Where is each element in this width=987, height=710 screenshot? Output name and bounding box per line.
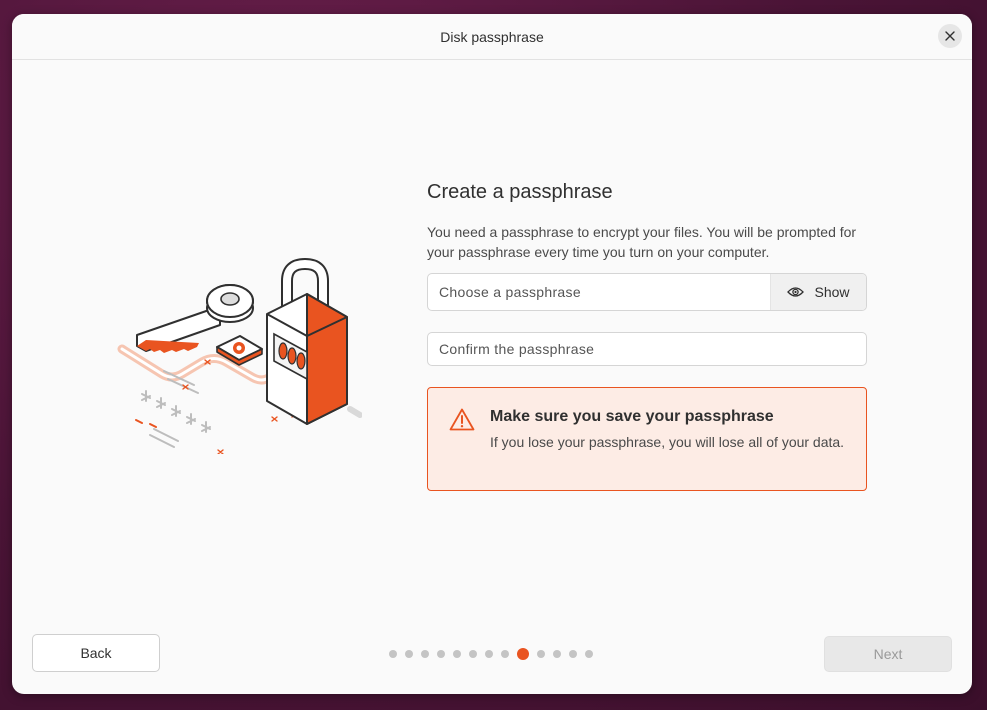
step-dot[interactable] xyxy=(553,650,561,658)
main-content: Create a passphrase You need a passphras… xyxy=(427,181,867,491)
warning-title: Make sure you save your passphrase xyxy=(490,408,774,425)
confirm-passphrase-input[interactable] xyxy=(428,333,866,365)
passphrase-input[interactable] xyxy=(428,274,770,310)
passphrase-field: Show xyxy=(427,273,867,311)
step-dot[interactable] xyxy=(437,650,445,658)
next-button[interactable]: Next xyxy=(824,636,952,672)
step-dot[interactable] xyxy=(485,650,493,658)
title-bar: Disk passphrase xyxy=(12,14,972,60)
confirm-passphrase-field xyxy=(427,332,867,366)
step-indicator xyxy=(389,648,593,660)
close-icon xyxy=(945,31,955,41)
page-heading: Create a passphrase xyxy=(427,181,613,203)
show-label: Show xyxy=(814,284,850,300)
warning-banner: Make sure you save your passphrase If yo… xyxy=(427,387,867,491)
page-description: You need a passphrase to encrypt your fi… xyxy=(427,224,857,260)
show-passphrase-button[interactable]: Show xyxy=(770,274,866,310)
window-title: Disk passphrase xyxy=(440,28,544,45)
eye-icon xyxy=(787,287,805,297)
warning-icon xyxy=(449,408,475,431)
step-dot[interactable] xyxy=(569,650,577,658)
warning-text: If you lose your passphrase, you will lo… xyxy=(490,434,845,450)
close-button[interactable] xyxy=(938,24,962,48)
step-dot[interactable] xyxy=(469,650,477,658)
installer-window: Disk passphrase Create a passphrase You … xyxy=(12,14,972,694)
step-dot[interactable] xyxy=(421,650,429,658)
back-button[interactable]: Back xyxy=(32,634,160,672)
key-lock-illustration xyxy=(117,257,362,454)
step-dot[interactable] xyxy=(405,650,413,658)
step-dot[interactable] xyxy=(585,650,593,658)
step-dot[interactable] xyxy=(453,650,461,658)
step-dot[interactable] xyxy=(501,650,509,658)
step-dot[interactable] xyxy=(389,650,397,658)
step-dot-active[interactable] xyxy=(517,648,529,660)
step-dot[interactable] xyxy=(537,650,545,658)
